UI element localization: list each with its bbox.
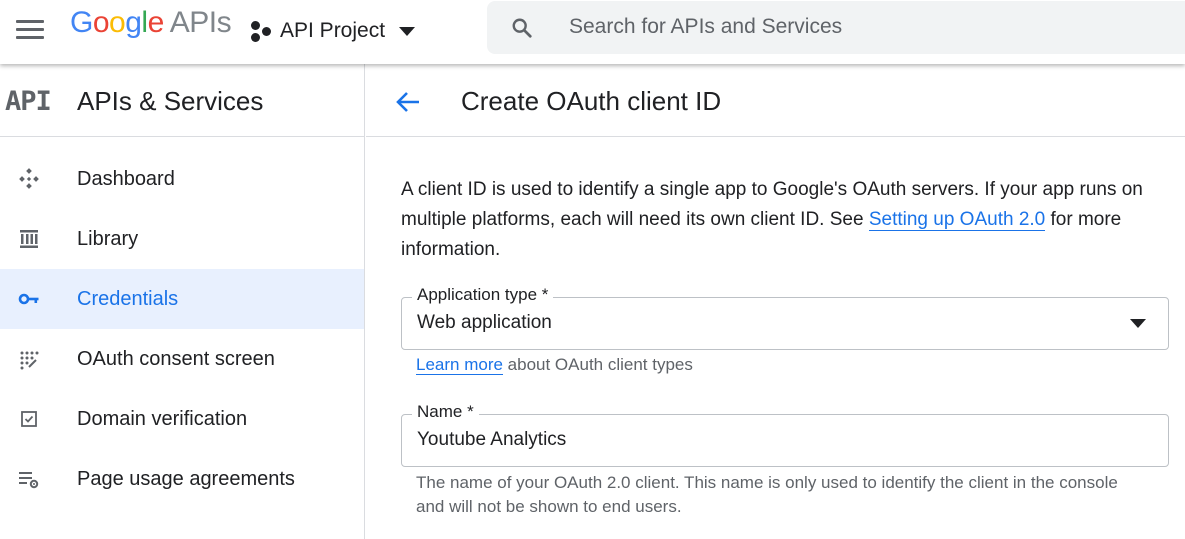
sidebar-header: API APIs & Services bbox=[0, 64, 364, 137]
intro-text: A client ID is used to identify a single… bbox=[401, 175, 1181, 265]
sidebar-item-label: OAuth consent screen bbox=[77, 347, 275, 370]
logo-letter: G bbox=[70, 6, 93, 39]
hint-text: about OAuth client types bbox=[502, 355, 693, 374]
dashboard-icon bbox=[19, 168, 39, 189]
logo-letter: e bbox=[147, 6, 165, 39]
learn-more-link[interactable]: Learn more bbox=[416, 355, 503, 375]
logo-letter: g bbox=[125, 6, 142, 39]
logo-suffix: APIs bbox=[169, 6, 232, 39]
sidebar-item-credentials[interactable]: Credentials bbox=[0, 269, 364, 329]
name-hint: The name of your OAuth 2.0 client. This … bbox=[416, 473, 1118, 516]
sidebar-item-oauth-consent-screen[interactable]: OAuth consent screen bbox=[0, 329, 364, 389]
sidebar-item-library[interactable]: Library bbox=[0, 209, 364, 269]
page-title: Create OAuth client ID bbox=[461, 86, 722, 116]
api-badge: API bbox=[5, 86, 52, 117]
sidebar-item-label: Dashboard bbox=[77, 167, 175, 190]
application-type-label: Application type * bbox=[412, 285, 554, 305]
setting-up-oauth-link[interactable]: Setting up OAuth 2.0 bbox=[868, 209, 1046, 231]
settings-list-icon bbox=[19, 472, 39, 489]
caret-down-icon bbox=[399, 26, 416, 36]
sidebar: API APIs & Services Dashboard Library Cr… bbox=[0, 64, 365, 539]
back-arrow-icon[interactable] bbox=[394, 88, 422, 116]
sidebar-item-dashboard[interactable]: Dashboard bbox=[0, 149, 364, 209]
sidebar-title: APIs & Services bbox=[77, 86, 264, 116]
name-value[interactable]: Youtube Analytics bbox=[417, 429, 566, 451]
search-icon[interactable] bbox=[511, 17, 533, 39]
library-icon bbox=[20, 230, 38, 248]
project-nodes-icon bbox=[250, 20, 272, 42]
application-type-hint: Learn more about OAuth client types bbox=[416, 353, 693, 377]
name-field[interactable]: Name * Youtube Analytics bbox=[401, 402, 1169, 467]
sidebar-item-page-usage-agreements[interactable]: Page usage agreements bbox=[0, 449, 364, 509]
name-label: Name * bbox=[412, 402, 479, 422]
logo-letter: o bbox=[109, 6, 126, 39]
sidebar-item-label: Page usage agreements bbox=[77, 467, 295, 490]
checkbox-icon bbox=[21, 411, 37, 427]
sidebar-item-label: Domain verification bbox=[77, 407, 248, 430]
key-icon bbox=[18, 293, 39, 305]
main-content: Create OAuth client ID A client ID is us… bbox=[366, 64, 1185, 539]
sidebar-item-label: Credentials bbox=[77, 287, 179, 310]
project-name: API Project bbox=[280, 19, 386, 42]
caret-down-icon bbox=[1130, 319, 1146, 328]
sidebar-item-label: Library bbox=[77, 227, 139, 250]
search-input[interactable] bbox=[569, 9, 1169, 45]
application-type-select[interactable]: Application type * Web application bbox=[401, 285, 1169, 350]
logo-letter: o bbox=[92, 6, 110, 39]
application-type-value: Web application bbox=[417, 312, 552, 333]
top-app-bar: Google APIs API Project bbox=[0, 0, 1185, 64]
google-apis-logo[interactable]: Google APIs bbox=[70, 6, 232, 40]
search-bar[interactable] bbox=[487, 1, 1185, 54]
sidebar-item-domain-verification[interactable]: Domain verification bbox=[0, 389, 364, 449]
page-header: Create OAuth client ID bbox=[366, 64, 1185, 137]
project-selector[interactable]: API Project bbox=[250, 14, 416, 48]
consent-icon bbox=[20, 351, 39, 370]
hamburger-menu-icon[interactable] bbox=[14, 14, 46, 44]
